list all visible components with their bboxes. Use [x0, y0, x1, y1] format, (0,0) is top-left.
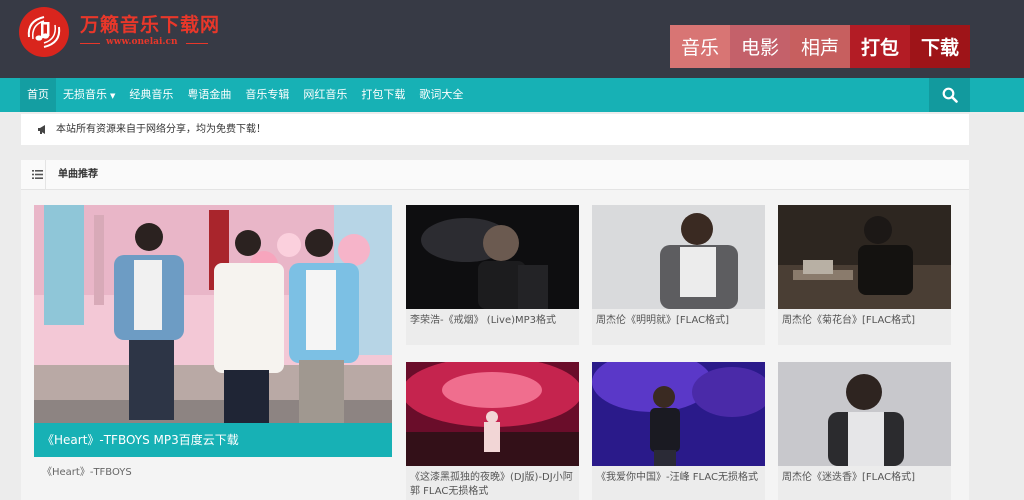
nav-items: 首页 无损音乐 ▼ 经典音乐 粤语金曲 音乐专辑 网红音乐 打包下载 歌词大全 — [20, 78, 470, 112]
song-card[interactable]: 李荣浩-《戒烟》 (Live)MP3格式 — [406, 205, 579, 345]
site-title[interactable]: 万籁音乐下载网 — [80, 10, 220, 37]
nav-item-albums[interactable]: 音乐专辑 — [238, 78, 296, 112]
song-card[interactable]: 《这漆黑孤独的夜晚》(DJ版)-DJ小阿郭 FLAC无损格式 — [406, 362, 579, 500]
main-nav: 首页 无损音乐 ▼ 经典音乐 粤语金曲 音乐专辑 网红音乐 打包下载 歌词大全 — [0, 78, 1024, 112]
search-icon — [942, 87, 958, 103]
song-card-image[interactable] — [778, 362, 951, 466]
category-music-button[interactable]: 音乐 — [670, 25, 730, 68]
site-header: 万籁音乐下载网 www.onelai.cn 音乐 电影 相声 打包 下载 — [0, 0, 1024, 78]
nav-item-lyrics[interactable]: 歌词大全 — [412, 78, 470, 112]
featured-subtitle: 《Heart》-TFBOYS — [42, 467, 132, 478]
search-button[interactable] — [929, 78, 970, 112]
category-crosstalk-button[interactable]: 相声 — [790, 25, 850, 68]
logo-icon[interactable] — [19, 7, 69, 57]
section-title: 单曲推荐 — [58, 169, 98, 180]
nav-item-classic[interactable]: 经典音乐 — [122, 78, 180, 112]
logo-divider-right — [186, 43, 208, 44]
notice-text: 本站所有资源来自于网络分享，均为免费下载！ — [56, 124, 266, 135]
song-card-title[interactable]: 《我爱你中国》-汪峰 FLAC无损格式 — [596, 471, 762, 485]
song-card-title[interactable]: 《这漆黑孤独的夜晚》(DJ版)-DJ小阿郭 FLAC无损格式 — [410, 471, 576, 499]
song-card-title[interactable]: 李荣浩-《戒烟》 (Live)MP3格式 — [410, 314, 576, 328]
song-card[interactable]: 周杰伦《菊花台》[FLAC格式] — [778, 205, 951, 345]
song-card[interactable]: 《我爱你中国》-汪峰 FLAC无损格式 — [592, 362, 765, 500]
list-icon — [32, 170, 43, 179]
song-card[interactable]: 周杰伦《迷迭香》[FLAC格式] — [778, 362, 951, 500]
logo-divider-left — [80, 43, 100, 44]
song-card-image[interactable] — [406, 362, 579, 466]
song-card-image[interactable] — [592, 362, 765, 466]
category-buttons: 音乐 电影 相声 打包 下载 — [670, 25, 970, 68]
nav-item-home[interactable]: 首页 — [20, 78, 56, 112]
song-card-title[interactable]: 周杰伦《明明就》[FLAC格式] — [596, 314, 762, 328]
section-header: 单曲推荐 — [21, 160, 969, 190]
nav-item-lossless[interactable]: 无损音乐 ▼ — [56, 78, 122, 112]
featured-image[interactable] — [34, 205, 392, 423]
megaphone-icon — [38, 125, 45, 134]
nav-item-viral[interactable]: 网红音乐 — [296, 78, 354, 112]
nav-item-label: 无损音乐 — [63, 88, 107, 101]
featured-item[interactable]: 《Heart》-TFBOYS MP3百度云下载 《Heart》-TFBOYS — [34, 205, 392, 500]
category-movie-button[interactable]: 电影 — [730, 25, 790, 68]
featured-title[interactable]: 《Heart》-TFBOYS MP3百度云下载 — [34, 423, 392, 457]
site-url: www.onelai.cn — [106, 37, 178, 47]
song-card-image[interactable] — [778, 205, 951, 309]
nav-item-pack-download[interactable]: 打包下载 — [354, 78, 412, 112]
nav-item-cantonese[interactable]: 粤语金曲 — [180, 78, 238, 112]
song-card-image[interactable] — [406, 205, 579, 309]
song-card-title[interactable]: 周杰伦《菊花台》[FLAC格式] — [782, 314, 948, 328]
song-card-image[interactable] — [592, 205, 765, 309]
category-pack-button[interactable]: 打包 — [850, 25, 910, 68]
song-card[interactable]: 周杰伦《明明就》[FLAC格式] — [592, 205, 765, 345]
section-divider — [45, 160, 46, 190]
song-card-title[interactable]: 周杰伦《迷迭香》[FLAC格式] — [782, 471, 948, 485]
category-download-button[interactable]: 下载 — [910, 25, 970, 68]
notice-bar: 本站所有资源来自于网络分享，均为免费下载！ — [21, 114, 969, 145]
chevron-down-icon: ▼ — [110, 92, 116, 100]
